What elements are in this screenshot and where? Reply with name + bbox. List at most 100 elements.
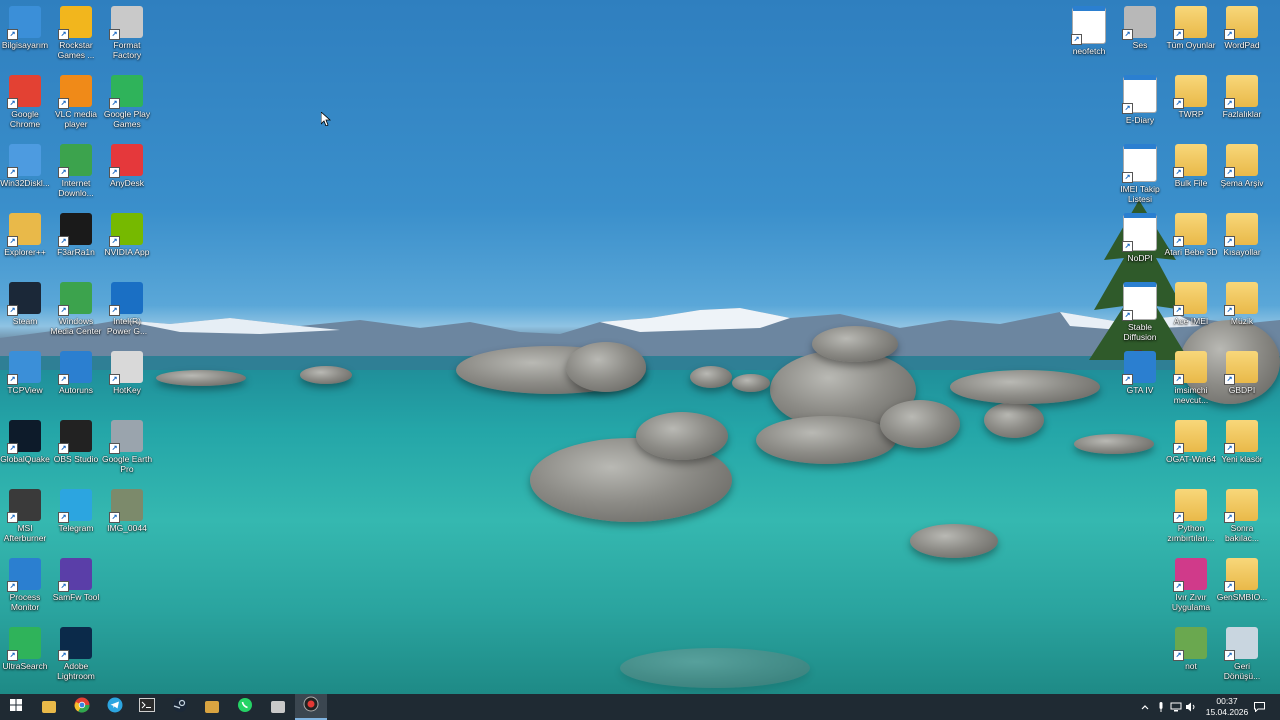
music-folder-icon: ↗	[1224, 282, 1258, 316]
desktop-shortcut[interactable]: ↗ HotKey	[100, 345, 154, 395]
desktop-shortcut[interactable]: ↗ GTA IV	[1113, 345, 1167, 395]
desktop-shortcut-label: WordPad	[1224, 40, 1260, 50]
desktop-shortcut[interactable]: ↗ UltraSearch	[0, 621, 52, 671]
folder-icon: ↗	[1224, 351, 1258, 385]
chrome-icon	[74, 697, 90, 718]
desktop-shortcut[interactable]: ↗ Google Earth Pro	[100, 414, 154, 474]
process-monitor-icon: ↗	[7, 558, 41, 592]
taskbar-file-explorer[interactable]	[33, 694, 65, 720]
desktop-shortcut[interactable]: ↗ Geri Dönüşü...	[1215, 621, 1269, 681]
desktop-shortcut[interactable]: ↗ Ace IMEI	[1164, 276, 1218, 326]
desktop-shortcut[interactable]: ↗ Google Play Games	[100, 69, 154, 129]
desktop-shortcut[interactable]: ↗ GlobalQuake	[0, 414, 52, 464]
desktop-shortcut[interactable]: ↗ Rockstar Games ...	[49, 0, 103, 60]
desktop-shortcut-label: Bilgisayarım	[1, 40, 49, 50]
desktop-shortcut-label: Şema Arşiv	[1220, 178, 1264, 188]
shortcut-arrow-icon: ↗	[1224, 443, 1235, 454]
desktop-shortcut-label: Ace IMEI	[1173, 316, 1209, 326]
desktop-shortcut[interactable]: ↗ Bilgisayarım	[0, 0, 52, 50]
desktop-shortcut[interactable]: ↗ Windows Media Center	[49, 276, 103, 336]
desktop-shortcut[interactable]: ↗ Intel(R) Power G...	[100, 276, 154, 336]
desktop-shortcut-label: F3arRa1n	[57, 247, 95, 257]
desktop-shortcut[interactable]: ↗ Stable Diffusion	[1113, 276, 1167, 342]
desktop-shortcut[interactable]: ↗ Adobe Lightroom	[49, 621, 103, 681]
desktop-shortcut[interactable]: ↗ WordPad	[1215, 0, 1269, 50]
desktop-shortcut[interactable]: ↗ NVIDIA App	[100, 207, 154, 257]
shortcut-arrow-icon: ↗	[58, 650, 69, 661]
desktop-shortcut[interactable]: ↗ Şema Arşiv	[1215, 138, 1269, 188]
vlc-icon: ↗	[58, 75, 92, 109]
desktop-shortcut[interactable]: ↗ IMG_0044	[100, 483, 154, 533]
system-clock[interactable]: 00:37 15.04.2026	[1202, 696, 1252, 718]
desktop-shortcut[interactable]: ↗ Ivır Zıvır Uygulama	[1164, 552, 1218, 612]
desktop-shortcut[interactable]: ↗ NoDPI	[1113, 207, 1167, 263]
desktop-shortcut-label: Atari Bebe 3D	[1164, 247, 1218, 257]
desktop-shortcut[interactable]: ↗ OBS Studio	[49, 414, 103, 464]
computer-icon: ↗	[7, 6, 41, 40]
desktop-shortcut[interactable]: ↗ Telegram	[49, 483, 103, 533]
desktop-shortcut[interactable]: ↗ Ses	[1113, 0, 1167, 50]
desktop-shortcut[interactable]: ↗ Autoruns	[49, 345, 103, 395]
desktop-shortcut[interactable]: ↗ Explorer++	[0, 207, 52, 257]
desktop-shortcut[interactable]: ↗ GBDPI	[1215, 345, 1269, 395]
desktop-shortcut[interactable]: ↗ Yeni klasör	[1215, 414, 1269, 464]
desktop-shortcut[interactable]: ↗ OGAT-Win64	[1164, 414, 1218, 464]
desktop-shortcut[interactable]: ↗ Win32Diskl...	[0, 138, 52, 188]
notification-center-icon[interactable]	[1250, 694, 1268, 720]
desktop-shortcut[interactable]: ↗ AnyDesk	[100, 138, 154, 188]
desktop-shortcut[interactable]: ↗ Format Factory	[100, 0, 154, 60]
taskbar-tool[interactable]	[262, 694, 294, 720]
desktop-shortcut[interactable]: ↗ not	[1164, 621, 1218, 671]
desktop-shortcut[interactable]: ↗ Process Monitor	[0, 552, 52, 612]
desktop-shortcut[interactable]: ↗ Google Chrome	[0, 69, 52, 129]
desktop-shortcut[interactable]: ↗ Fazlalıklar	[1215, 69, 1269, 119]
desktop-shortcut[interactable]: ↗ Müzik	[1215, 276, 1269, 326]
desktop-shortcut-label: Autoruns	[58, 385, 94, 395]
start-button[interactable]	[0, 694, 32, 720]
desktop-shortcut-label: Explorer++	[4, 247, 46, 257]
tcpview-icon: ↗	[7, 351, 41, 385]
steam-icon	[172, 697, 188, 718]
desktop-shortcut[interactable]: ↗ Sonra bakılac...	[1215, 483, 1269, 543]
shortcut-arrow-icon: ↗	[1173, 512, 1184, 523]
taskbar-telegram[interactable]	[99, 694, 131, 720]
taskbar-media[interactable]	[196, 694, 228, 720]
taskbar-whatsapp[interactable]	[229, 694, 261, 720]
microphone-icon[interactable]	[1154, 694, 1168, 720]
desktop-shortcut[interactable]: ↗ Kısayollar	[1215, 207, 1269, 257]
desktop-shortcut[interactable]: ↗ Bulk File	[1164, 138, 1218, 188]
desktop-shortcut-label: VLC media player	[54, 109, 98, 129]
desktop-shortcut[interactable]: ↗ neofetch	[1062, 0, 1116, 56]
desktop-shortcut-label: TWRP	[1178, 109, 1204, 119]
desktop-shortcut[interactable]: ↗ TCPView	[0, 345, 52, 395]
desktop-shortcut[interactable]: ↗ Tüm Oyunlar	[1164, 0, 1218, 50]
desktop-shortcut[interactable]: ↗ F3arRa1n	[49, 207, 103, 257]
shortcut-arrow-icon: ↗	[58, 512, 69, 523]
taskbar-terminal[interactable]	[131, 694, 163, 720]
desktop-shortcut[interactable]: ↗ VLC media player	[49, 69, 103, 129]
desktop-shortcut[interactable]: ↗ TWRP	[1164, 69, 1218, 119]
taskbar-recorder[interactable]	[295, 694, 327, 720]
taskbar-chrome[interactable]	[66, 694, 98, 720]
media-icon	[205, 701, 219, 713]
tray-overflow-chevron-icon[interactable]	[1138, 694, 1152, 720]
desktop-shortcut-label: Müzik	[1230, 316, 1254, 326]
desktop-shortcut[interactable]: ↗ imsimchi mevcut...	[1164, 345, 1218, 405]
desktop-shortcut[interactable]: ↗ E-Diary	[1113, 69, 1167, 125]
desktop-shortcut[interactable]: ↗ IMEI Takip Listesi	[1113, 138, 1167, 204]
speaker-icon: ↗	[1122, 6, 1156, 40]
desktop-shortcut[interactable]: ↗ Internet Downlo...	[49, 138, 103, 198]
desktop-shortcut-label: Adobe Lightroom	[57, 661, 95, 681]
desktop-shortcut[interactable]: ↗ SamFw Tool	[49, 552, 103, 602]
desktop-shortcut[interactable]: ↗ Python zımbırtıları...	[1164, 483, 1218, 543]
desktop-shortcut-label: Telegram	[58, 523, 94, 533]
desktop-shortcut[interactable]: ↗ GenSMBIO...	[1215, 552, 1269, 602]
taskbar-steam[interactable]	[164, 694, 196, 720]
desktop-shortcut[interactable]: ↗ Atari Bebe 3D	[1164, 207, 1218, 257]
desktop-shortcut[interactable]: ↗ MSI Afterburner	[0, 483, 52, 543]
folder-icon: ↗	[1224, 558, 1258, 592]
volume-icon[interactable]	[1184, 694, 1198, 720]
network-icon[interactable]	[1169, 694, 1183, 720]
desktop-shortcut[interactable]: ↗ Steam	[0, 276, 52, 326]
shortcut-arrow-icon: ↗	[109, 167, 120, 178]
